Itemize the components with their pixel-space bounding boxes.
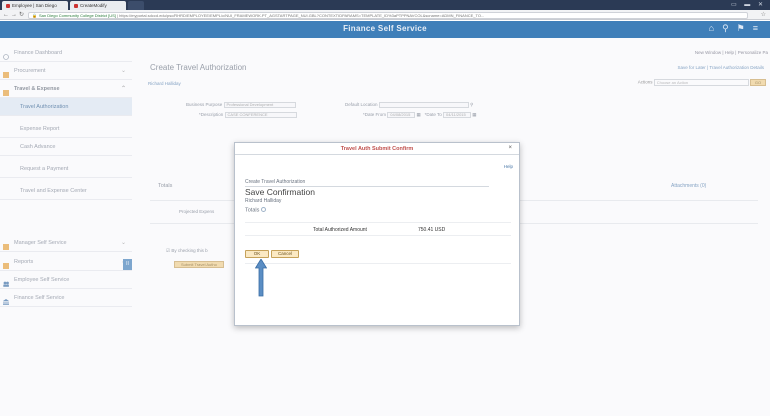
app-title: Finance Self Service <box>343 24 427 33</box>
tab-favicon-icon <box>6 3 10 8</box>
nav-buttons[interactable]: ←→↻ <box>3 11 26 18</box>
menu-icon[interactable]: ≡ <box>753 23 766 33</box>
dialog-heading: Save Confirmation <box>245 187 315 197</box>
search-icon[interactable]: ⚲ <box>722 23 737 33</box>
dialog-totals-label: Totals <box>245 207 260 214</box>
dialog-breadcrumb: Create Travel Authorization <box>245 179 306 185</box>
arrow-up-icon <box>255 259 267 297</box>
total-amount-row: Total Authorized Amount 750.41 USD <box>245 222 511 236</box>
reload-icon[interactable]: ↻ <box>19 12 26 18</box>
cancel-button[interactable]: Cancel <box>271 250 299 258</box>
forward-icon[interactable]: → <box>11 12 19 18</box>
window-controls[interactable]: ▭ ▬ ✕ <box>731 1 766 8</box>
bookmark-star-icon[interactable]: ☆ <box>761 11 766 18</box>
url-ssl-host: San Diego Community College District [US… <box>38 12 116 18</box>
ok-button[interactable]: OK <box>245 250 269 258</box>
browser-tab-bar: Employee | San Diego CreateModify ▭ ▬ ✕ <box>0 0 770 10</box>
total-amount-value: 750.41 USD <box>418 227 446 233</box>
close-icon[interactable]: × <box>508 145 512 151</box>
lock-icon: 🔒 <box>32 12 37 18</box>
total-amount-label: Total Authorized Amount <box>313 227 367 233</box>
flag-icon[interactable]: ⚑ <box>737 23 753 33</box>
browser-tab-createmodify[interactable]: CreateModify <box>70 1 126 10</box>
back-icon[interactable]: ← <box>3 12 11 18</box>
tab-label: CreateModify <box>80 3 107 8</box>
info-icon[interactable] <box>261 207 267 212</box>
url-path: https://myportal.sdccd.edu/psc/RHRD/EMPL… <box>119 12 485 18</box>
tab-favicon-icon <box>74 3 78 8</box>
dialog-header: Travel Auth Submit Confirm × <box>235 143 519 155</box>
url-field[interactable]: 🔒 San Diego Community College District [U… <box>28 11 748 19</box>
help-link[interactable]: Help <box>504 164 513 169</box>
app-header: Finance Self Service ⌂⚲⚑≡ <box>0 21 770 38</box>
new-tab-button[interactable] <box>128 1 144 10</box>
dialog-totals: Totals <box>245 207 267 214</box>
dialog-user-name: Richard Halliday <box>245 198 282 204</box>
submit-confirm-dialog: Travel Auth Submit Confirm × Help Create… <box>234 142 520 326</box>
header-icons: ⌂⚲⚑≡ <box>709 23 766 34</box>
address-bar-row: ←→↻ 🔒 San Diego Community College Distric… <box>0 10 770 20</box>
home-icon[interactable]: ⌂ <box>709 23 722 33</box>
browser-tab-employee[interactable]: Employee | San Diego <box>2 1 68 10</box>
dialog-divider <box>245 263 511 264</box>
dialog-title: Travel Auth Submit Confirm <box>340 146 414 152</box>
tab-label: Employee | San Diego <box>12 3 57 8</box>
